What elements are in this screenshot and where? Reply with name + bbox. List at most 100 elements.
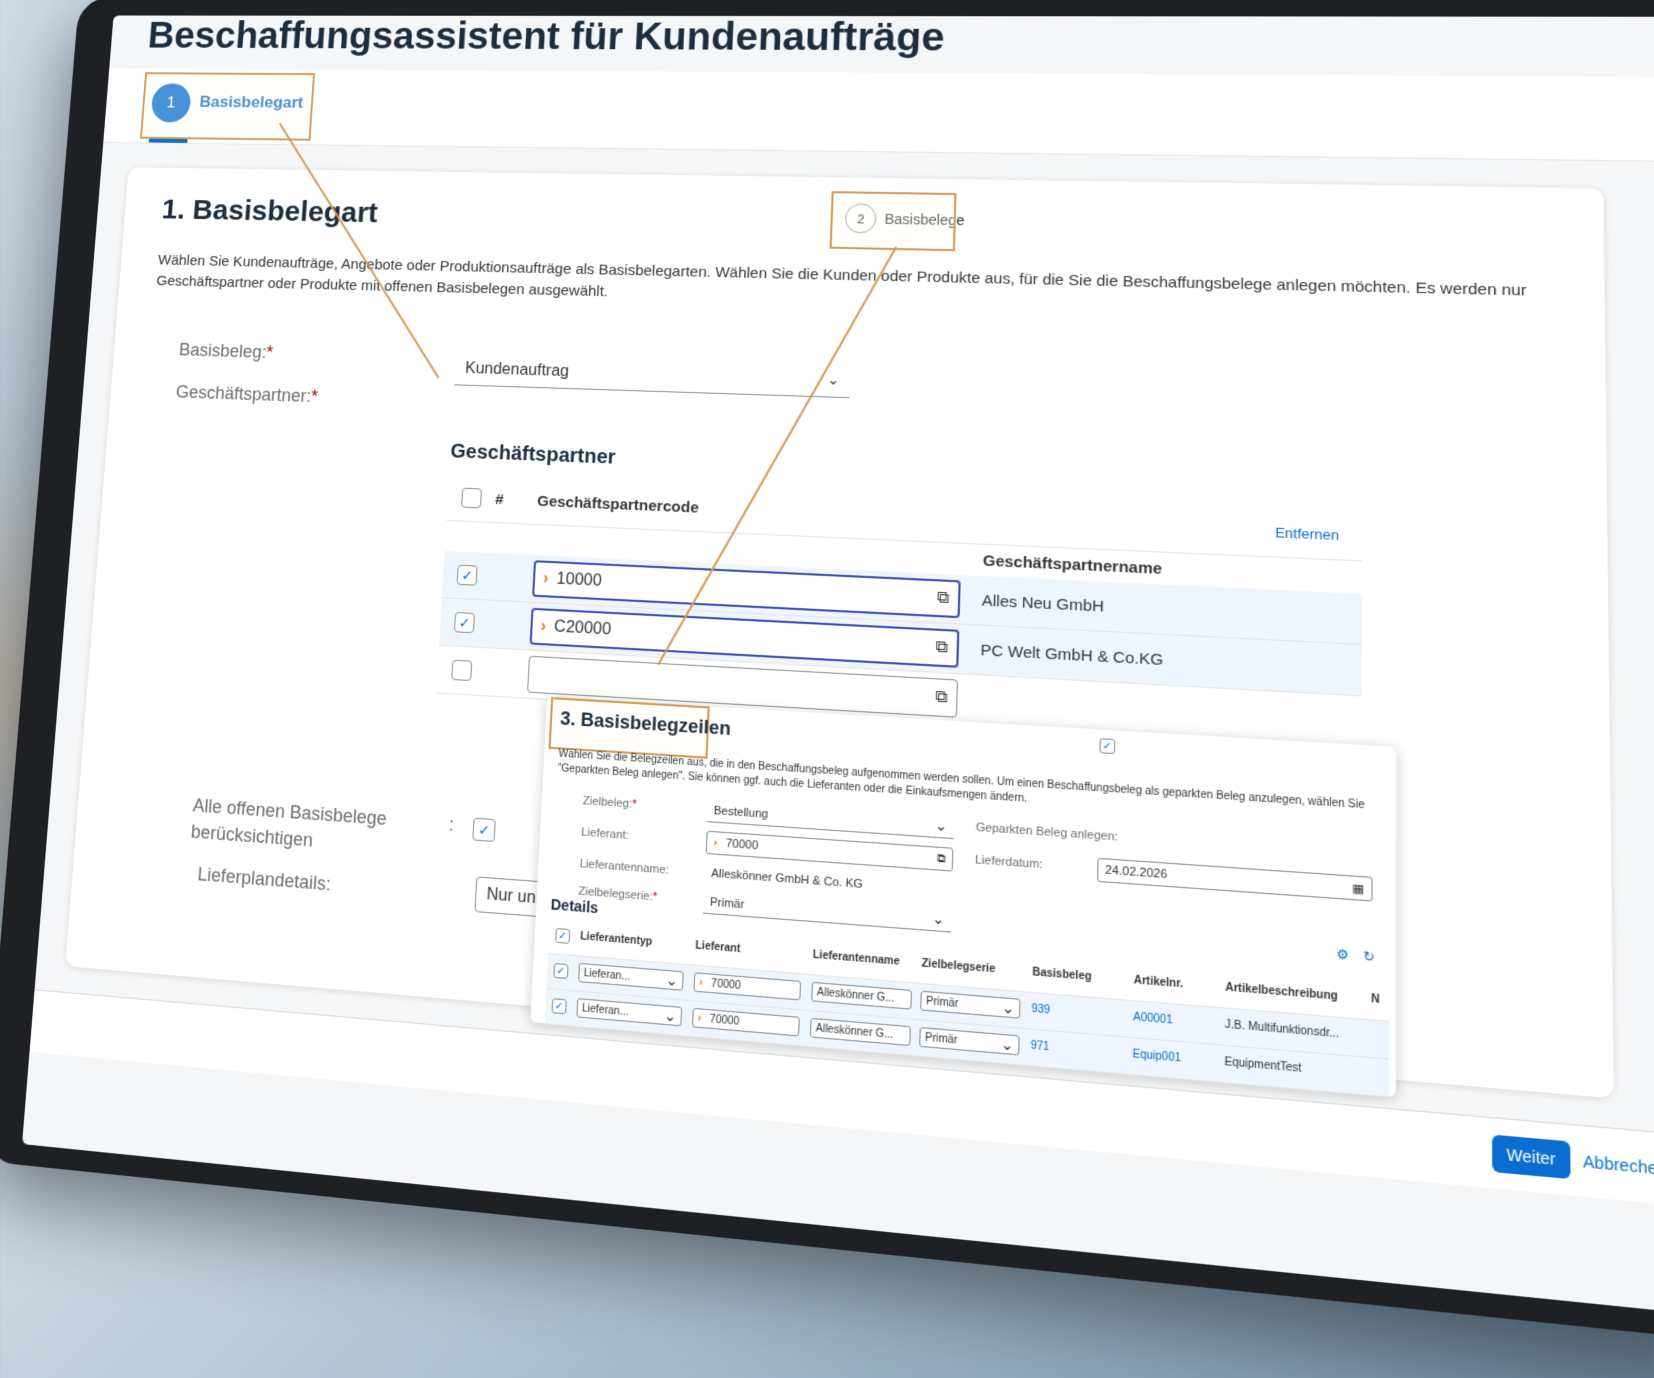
wizard-step1-indicator xyxy=(149,139,188,143)
details-select-all[interactable]: ✓ xyxy=(555,928,570,944)
lieferant-cell-value: 70000 xyxy=(709,1013,739,1027)
laptop: Beschaffungsassistent für Kundenaufträge… xyxy=(0,0,1654,1378)
link-arrow-icon[interactable]: › xyxy=(540,617,546,636)
row-checkbox[interactable] xyxy=(451,660,472,682)
chevron-down-icon: ⌄ xyxy=(1001,998,1015,1018)
lieferantenname-label: Lieferantenname: xyxy=(579,858,669,877)
artikel-link[interactable]: A00001 xyxy=(1133,1011,1173,1027)
col-partner-name: Geschäftspartnername xyxy=(983,552,1163,578)
lieferant-input[interactable]: › 70000 ⧉ xyxy=(706,831,954,872)
lieferantentyp-value: Lieferan... xyxy=(583,967,630,983)
lieferdatum-input[interactable]: 24.02.2026 ▦ xyxy=(1097,858,1373,902)
col-artikelnr: Artikelnr. xyxy=(1134,974,1184,990)
calendar-icon[interactable]: ▦ xyxy=(1352,880,1364,895)
partner-code-value: 10000 xyxy=(556,570,602,591)
chevron-down-icon: ⌄ xyxy=(932,909,945,929)
geschaeftspartner-label-text: Geschäftspartner: xyxy=(175,382,312,406)
basisbeleg-link[interactable]: 971 xyxy=(1031,1040,1050,1054)
lieferantenname-cell-input[interactable]: Alleskönner G... xyxy=(810,1018,911,1046)
step1-card: 1. Basisbelegart 2 Basisbelege Wählen Sie… xyxy=(65,167,1614,1098)
link-arrow-icon[interactable]: › xyxy=(699,976,703,988)
value-help-icon[interactable]: ⧉ xyxy=(937,589,950,608)
artikelbeschreibung-value: EquipmentTest xyxy=(1224,1056,1301,1075)
partner-name-value: PC Welt GmbH & Co.KG xyxy=(980,641,1163,669)
zielbelegserie-select[interactable]: Primär ⌄ xyxy=(703,890,952,932)
alle-offenen-checkbox[interactable]: ✓ xyxy=(472,818,496,842)
col-lieferant: Lieferant xyxy=(695,940,740,955)
row-checkbox[interactable]: ✓ xyxy=(457,565,478,586)
required-mark: * xyxy=(652,891,657,904)
required-mark: * xyxy=(266,343,274,362)
lieferant-value: 70000 xyxy=(726,837,759,852)
col-zielbelegserie: Zielbelegserie xyxy=(921,958,995,976)
lieferantentyp-value: Lieferan... xyxy=(582,1002,629,1018)
zielbeleg-label: Zielbeleg:* xyxy=(583,795,637,811)
wizard-step-bar: 1 Basisbelegart xyxy=(103,68,1654,161)
col-artikelbeschreibung: Artikelbeschreibung xyxy=(1225,982,1338,1003)
lieferantenname-value: Alleskönner GmbH & Co. KG xyxy=(711,867,863,891)
lieferant-cell-value: 70000 xyxy=(711,977,741,991)
callout-leader-line xyxy=(279,123,440,379)
zielbelegserie-cell-select[interactable]: Primär ⌄ xyxy=(919,1027,1020,1055)
select-all-checkbox[interactable] xyxy=(461,488,482,509)
col-hash: # xyxy=(495,491,504,508)
lieferant-cell-input[interactable]: › 70000 xyxy=(692,1008,800,1037)
zielbelegserie-cell-value: Primär xyxy=(926,995,959,1010)
lieferantenname-cell-input[interactable]: Alleskönner G... xyxy=(811,982,912,1010)
value-help-icon[interactable]: ⧉ xyxy=(935,688,948,708)
zielbelegserie-value: Primär xyxy=(710,895,745,910)
lieferantenname-cell-value: Alleskönner G... xyxy=(815,1022,893,1041)
zielbelegserie-cell-select[interactable]: Primär ⌄ xyxy=(920,991,1020,1019)
step3-panel: 3. Basisbelegzeilen Wählen Sie die Beleg… xyxy=(530,697,1396,1097)
basisbeleg-select-value: Kundenauftrag xyxy=(465,360,570,381)
basisbeleg-link[interactable]: 939 xyxy=(1031,1003,1050,1017)
partner-name-value: Alles Neu GmbH xyxy=(982,591,1105,615)
chevron-down-icon: ⌄ xyxy=(665,970,678,989)
basisbeleg-label: Basisbeleg:* xyxy=(178,340,273,363)
required-mark: * xyxy=(311,386,319,406)
partner-code-value: C20000 xyxy=(554,618,612,639)
weiter-button[interactable]: Weiter xyxy=(1492,1135,1571,1180)
remove-link[interactable]: Entfernen xyxy=(1275,524,1339,543)
col-partner-code: Geschäftspartnercode xyxy=(537,492,699,516)
col-lieferantenname: Lieferantenname xyxy=(813,949,900,968)
row-checkbox[interactable]: ✓ xyxy=(552,998,567,1014)
chevron-down-icon: ⌄ xyxy=(934,816,947,835)
abbrechen-button[interactable]: Abbrechen xyxy=(1583,1143,1654,1188)
row-checkbox[interactable]: ✓ xyxy=(454,612,475,633)
lieferantenname-cell-value: Alleskönner G... xyxy=(817,986,895,1004)
section-title: 1. Basisbelegart xyxy=(161,194,379,230)
lieferplan-label: Lieferplandetails: xyxy=(197,864,332,896)
lieferdatum-label: Lieferdatum: xyxy=(975,854,1043,872)
details-title: Details xyxy=(550,896,598,917)
chevron-down-icon: ⌄ xyxy=(827,371,840,389)
callout-step2 xyxy=(830,191,957,251)
lieferantentyp-select[interactable]: Lieferan... ⌄ xyxy=(576,998,682,1026)
lieferdatum-value: 24.02.2026 xyxy=(1105,864,1167,882)
required-mark: * xyxy=(632,798,637,811)
chevron-down-icon: ⌄ xyxy=(664,1006,677,1025)
col-n: N xyxy=(1371,993,1380,1006)
value-help-icon[interactable]: ⧉ xyxy=(937,852,946,867)
artikel-link[interactable]: Equip001 xyxy=(1132,1048,1181,1065)
settings-icon[interactable]: ⚙ xyxy=(1336,946,1349,963)
link-arrow-icon[interactable]: › xyxy=(697,1012,701,1024)
basisbeleg-select[interactable]: Kundenauftrag ⌄ xyxy=(454,352,850,398)
value-help-icon[interactable]: ⧉ xyxy=(935,638,948,658)
col-lieferantentyp: Lieferantentyp xyxy=(580,931,652,948)
geparkt-checkbox[interactable]: ✓ xyxy=(1099,738,1115,754)
artikelbeschreibung-value: J.B. Multifunktionsdr... xyxy=(1225,1019,1339,1041)
link-arrow-icon[interactable]: › xyxy=(543,570,549,589)
lieferant-cell-input[interactable]: › 70000 xyxy=(693,972,801,1000)
link-arrow-icon[interactable]: › xyxy=(713,836,717,849)
lieferantentyp-select[interactable]: Lieferan... ⌄ xyxy=(578,963,684,991)
step3-description: Wählen Sie die Belegzeilen aus, die in d… xyxy=(557,747,1377,830)
callout-step1 xyxy=(140,72,315,140)
app-screen: Beschaffungsassistent für Kundenaufträge… xyxy=(22,15,1654,1313)
geparkt-label: Geparkten Beleg anlegen: xyxy=(976,821,1118,844)
refresh-icon[interactable]: ↻ xyxy=(1363,948,1375,965)
alle-offenen-label: Alle offenen Basisbelege berücksichtigen xyxy=(190,792,420,861)
col-basisbeleg: Basisbeleg xyxy=(1032,966,1092,983)
zielbeleg-value: Bestellung xyxy=(714,804,769,820)
row-checkbox[interactable]: ✓ xyxy=(553,963,568,979)
